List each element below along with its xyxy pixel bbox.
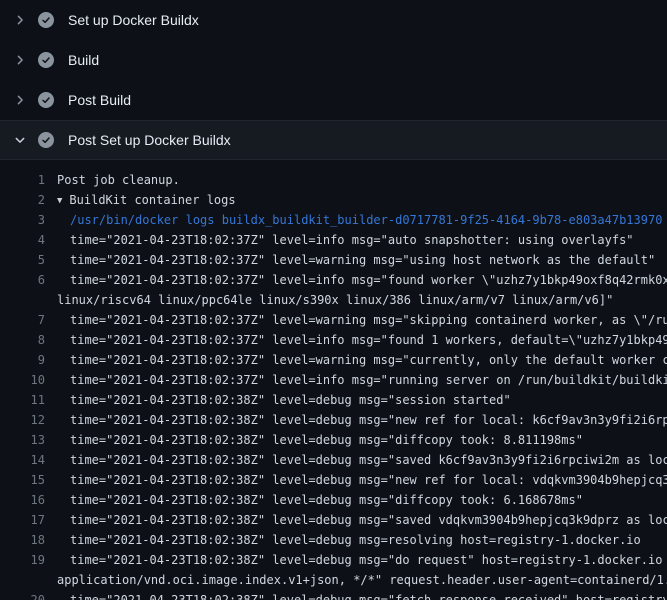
log-line: 1 Post job cleanup.	[0, 170, 667, 190]
log-line-number[interactable]: 7	[16, 310, 45, 330]
log-line: 18 time="2021-04-23T18:02:38Z" level=debu…	[0, 530, 667, 550]
log-line-text: time="2021-04-23T18:02:38Z" level=debug …	[57, 450, 667, 470]
check-circle-icon	[38, 12, 54, 28]
log-line-number-spacer	[16, 570, 45, 590]
chevron-right-icon[interactable]	[12, 12, 28, 28]
log-line-text: time="2021-04-23T18:02:37Z" level=warnin…	[57, 350, 667, 370]
log-line-number[interactable]: 16	[16, 490, 45, 510]
log-line: 9 time="2021-04-23T18:02:37Z" level=warni…	[0, 350, 667, 370]
section-title: Post Build	[68, 92, 131, 108]
log-line: 15 time="2021-04-23T18:02:38Z" level=debu…	[0, 470, 667, 490]
log-line: 14 time="2021-04-23T18:02:38Z" level=debu…	[0, 450, 667, 470]
log-line-number[interactable]: 13	[16, 430, 45, 450]
log-line-number[interactable]: 14	[16, 450, 45, 470]
log-line-number[interactable]: 10	[16, 370, 45, 390]
log-line-number[interactable]: 6	[16, 270, 45, 290]
log-line-text: time="2021-04-23T18:02:38Z" level=debug …	[57, 490, 583, 510]
log-line: 13 time="2021-04-23T18:02:38Z" level=debu…	[0, 430, 667, 450]
log-line-text: time="2021-04-23T18:02:37Z" level=info m…	[57, 370, 667, 390]
log-line: 10 time="2021-04-23T18:02:37Z" level=info…	[0, 370, 667, 390]
log-line-number[interactable]: 11	[16, 390, 45, 410]
log-line-number[interactable]: 2	[16, 190, 45, 210]
log-line-number[interactable]: 8	[16, 330, 45, 350]
log-line-number[interactable]: 17	[16, 510, 45, 530]
log-line: 3/usr/bin/docker logs buildx_buildkit_bu…	[0, 210, 667, 230]
log-line: 16 time="2021-04-23T18:02:38Z" level=debu…	[0, 490, 667, 510]
log-line-number[interactable]: 3	[16, 210, 45, 230]
section-title: Build	[68, 52, 99, 68]
log-line-number[interactable]: 18	[16, 530, 45, 550]
log-area: 1 Post job cleanup. 2 ▼BuildKit container l…	[0, 160, 667, 600]
log-line-number-spacer	[16, 290, 45, 310]
log-line-text: time="2021-04-23T18:02:38Z" level=debug …	[57, 390, 511, 410]
chevron-down-icon[interactable]	[12, 132, 28, 148]
log-line-text: time="2021-04-23T18:02:38Z" level=debug …	[57, 550, 667, 570]
log-line-text: application/vnd.oci.image.index.v1+json,…	[57, 570, 667, 590]
log-line: 11 time="2021-04-23T18:02:38Z" level=debu…	[0, 390, 667, 410]
log-line-number[interactable]: 1	[16, 170, 45, 190]
job-log-panel: Set up Docker Buildx Build Post Build Post …	[0, 0, 667, 600]
section-header[interactable]: Post Set up Docker Buildx	[0, 120, 667, 160]
log-line-number[interactable]: 4	[16, 230, 45, 250]
log-line-text: time="2021-04-23T18:02:38Z" level=debug …	[57, 410, 667, 430]
check-circle-icon	[38, 132, 54, 148]
log-group-title: BuildKit container logs	[69, 193, 235, 207]
step-section-list: Set up Docker Buildx Build Post Build Post …	[0, 0, 667, 160]
log-line-text: time="2021-04-23T18:02:37Z" level=info m…	[57, 330, 667, 350]
log-line: 17 time="2021-04-23T18:02:38Z" level=debu…	[0, 510, 667, 530]
section-header[interactable]: Set up Docker Buildx	[0, 0, 667, 40]
chevron-right-icon[interactable]	[12, 52, 28, 68]
check-circle-icon	[38, 92, 54, 108]
log-command-text: /usr/bin/docker logs buildx_buildkit_bui…	[57, 210, 662, 230]
log-line: 19 time="2021-04-23T18:02:38Z" level=debu…	[0, 550, 667, 570]
chevron-right-icon[interactable]	[12, 92, 28, 108]
section-header[interactable]: Build	[0, 40, 667, 80]
log-line: 5 time="2021-04-23T18:02:37Z" level=warni…	[0, 250, 667, 270]
log-line-text: linux/riscv64 linux/ppc64le linux/s390x …	[57, 290, 613, 310]
log-line: 12 time="2021-04-23T18:02:38Z" level=debu…	[0, 410, 667, 430]
section-header[interactable]: Post Build	[0, 80, 667, 120]
section-title: Set up Docker Buildx	[68, 12, 199, 28]
log-line-text: time="2021-04-23T18:02:38Z" level=debug …	[57, 430, 583, 450]
log-line-number[interactable]: 20	[16, 590, 45, 600]
log-line-number[interactable]: 9	[16, 350, 45, 370]
log-line: 2 ▼BuildKit container logs	[0, 190, 667, 210]
log-line-text: time="2021-04-23T18:02:37Z" level=warnin…	[57, 250, 655, 270]
log-line-text: time="2021-04-23T18:02:38Z" level=debug …	[57, 530, 641, 550]
log-line-text: time="2021-04-23T18:02:37Z" level=warnin…	[57, 310, 667, 330]
log-line: 6 time="2021-04-23T18:02:37Z" level=info …	[0, 270, 667, 290]
section-title: Post Set up Docker Buildx	[68, 132, 231, 148]
log-line-number[interactable]: 12	[16, 410, 45, 430]
log-line-text: time="2021-04-23T18:02:37Z" level=info m…	[57, 270, 667, 290]
group-toggle-icon[interactable]: ▼	[57, 191, 69, 211]
log-line-text: time="2021-04-23T18:02:38Z" level=debug …	[57, 470, 667, 490]
log-line-continuation: application/vnd.oci.image.index.v1+json,…	[0, 570, 667, 590]
log-group-header[interactable]: ▼BuildKit container logs	[57, 190, 236, 210]
log-line-text: time="2021-04-23T18:02:37Z" level=info m…	[57, 230, 634, 250]
log-line-text: Post job cleanup.	[57, 170, 180, 190]
log-line: 8 time="2021-04-23T18:02:37Z" level=info …	[0, 330, 667, 350]
log-line: 7 time="2021-04-23T18:02:37Z" level=warni…	[0, 310, 667, 330]
log-line-number[interactable]: 15	[16, 470, 45, 490]
check-circle-icon	[38, 52, 54, 68]
log-line: 4 time="2021-04-23T18:02:37Z" level=info …	[0, 230, 667, 250]
log-line-number[interactable]: 19	[16, 550, 45, 570]
log-line-number[interactable]: 5	[16, 250, 45, 270]
log-line-text: time="2021-04-23T18:02:38Z" level=debug …	[57, 510, 667, 530]
log-line-text: time="2021-04-23T18:02:38Z" level=debug …	[57, 590, 667, 600]
log-line: 20 time="2021-04-23T18:02:38Z" level=debu…	[0, 590, 667, 600]
log-line-continuation: linux/riscv64 linux/ppc64le linux/s390x …	[0, 290, 667, 310]
